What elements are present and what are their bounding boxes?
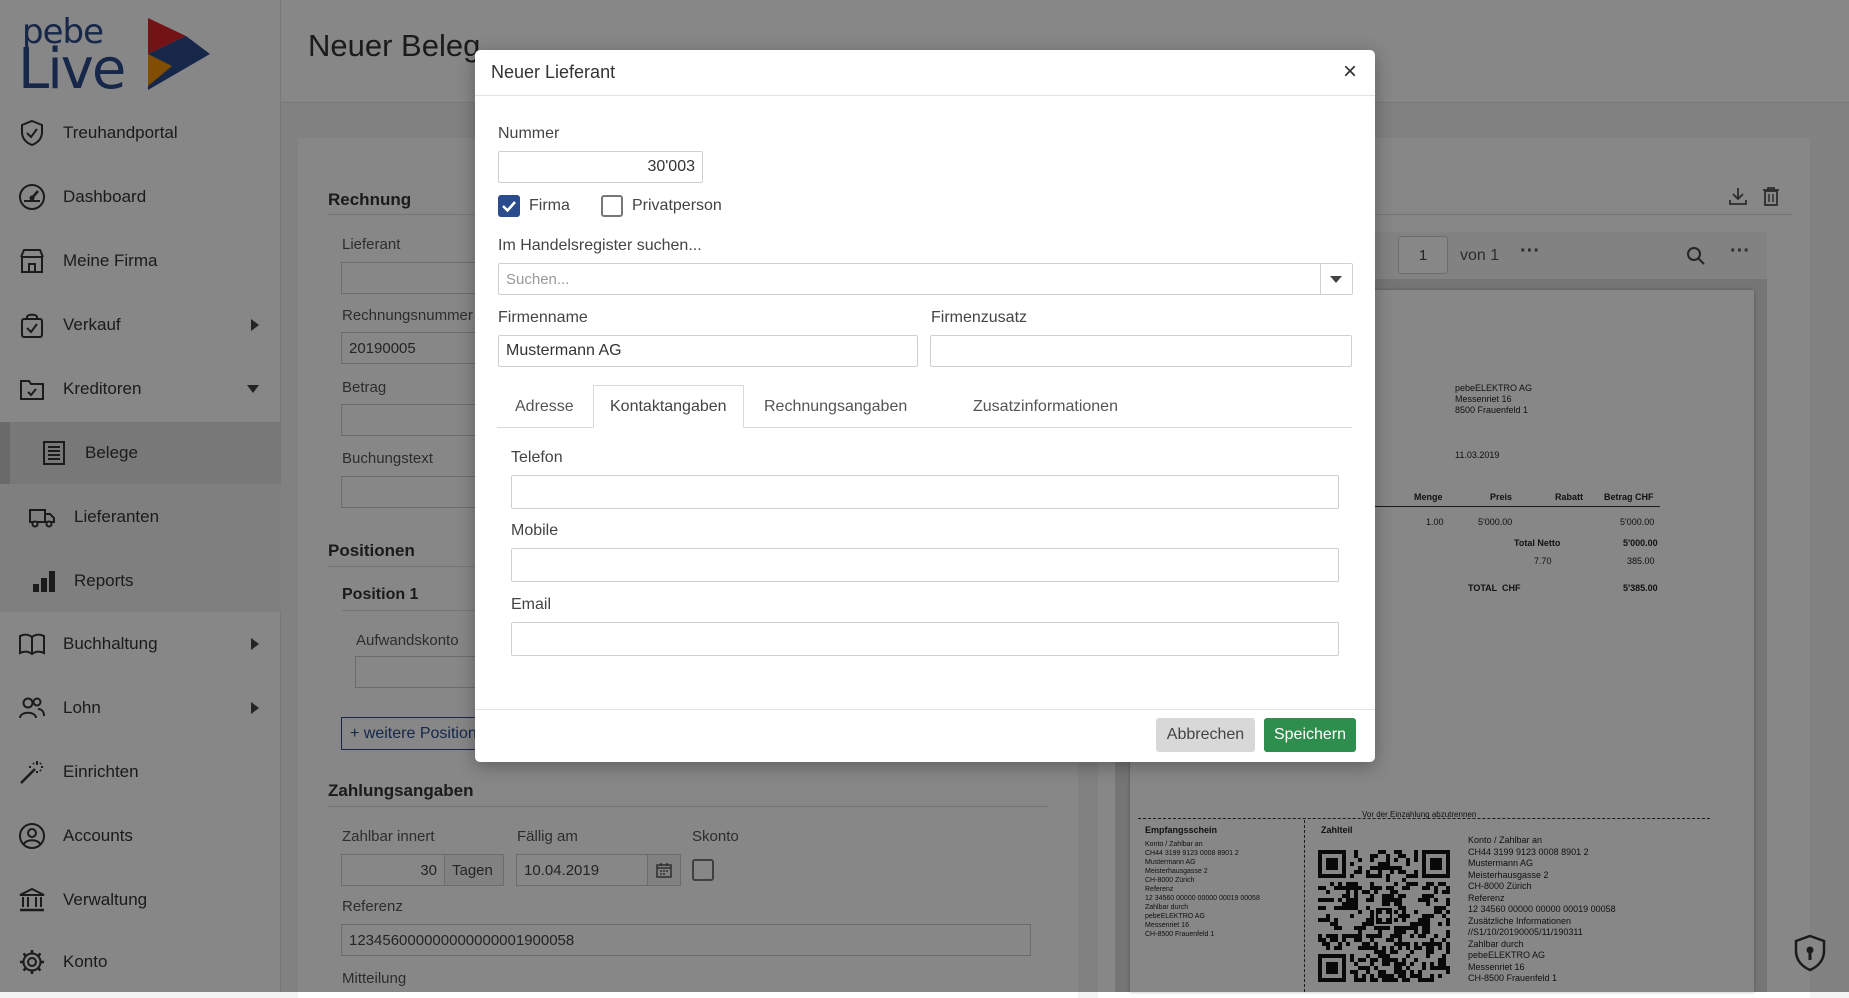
dialog-header: Neuer Lieferant ×: [475, 50, 1375, 96]
dialog-title: Neuer Lieferant: [491, 62, 616, 82]
dialog-footer-divider: [475, 709, 1375, 710]
new-supplier-dialog: Neuer Lieferant × Nummer 30'003 Firma Pr…: [475, 50, 1375, 762]
handelsregister-search-input[interactable]: Suchen...: [498, 263, 1353, 295]
telefon-label: Telefon: [511, 449, 563, 466]
chevron-down-icon[interactable]: [1330, 276, 1342, 283]
email-label: Email: [511, 596, 552, 613]
firmenzusatz-field[interactable]: [930, 335, 1352, 367]
tab-kontaktangaben[interactable]: Kontaktangaben: [593, 385, 744, 428]
firma-label: Firma: [529, 197, 570, 214]
checkmark-icon: [502, 201, 516, 213]
email-field[interactable]: [511, 622, 1339, 656]
handelsregister-label: Im Handelsregister suchen...: [498, 237, 702, 254]
tab-zusatzinformationen[interactable]: Zusatzinformationen: [957, 385, 1134, 428]
nummer-field[interactable]: 30'003: [498, 151, 703, 183]
firma-checkbox[interactable]: [498, 195, 520, 217]
close-icon[interactable]: ×: [1343, 60, 1357, 84]
privatperson-label: Privatperson: [632, 197, 722, 214]
tab-adresse[interactable]: Adresse: [499, 385, 590, 428]
privatperson-checkbox[interactable]: [601, 195, 623, 217]
firmenzusatz-label: Firmenzusatz: [931, 309, 1028, 326]
dropdown-divider: [1320, 264, 1321, 294]
cancel-button[interactable]: Abbrechen: [1156, 718, 1255, 752]
firmenname-label: Firmenname: [498, 309, 588, 326]
mobile-field[interactable]: [511, 548, 1339, 582]
mobile-label: Mobile: [511, 522, 559, 539]
telefon-field[interactable]: [511, 475, 1339, 509]
save-button[interactable]: Speichern: [1264, 718, 1356, 752]
firmenname-field[interactable]: Mustermann AG: [498, 335, 918, 367]
nummer-label: Nummer: [498, 125, 560, 142]
tab-rechnungsangaben[interactable]: Rechnungsangaben: [748, 385, 923, 428]
